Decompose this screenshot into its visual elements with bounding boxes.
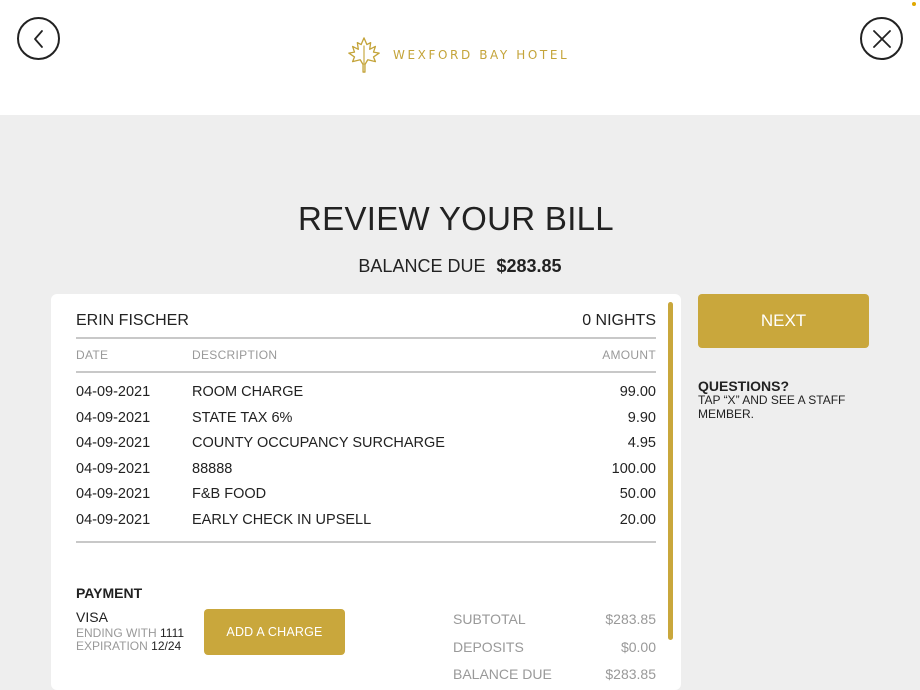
card-expiration-value: 12/24: [151, 639, 182, 653]
total-value: $0.00: [620, 639, 656, 655]
item-amount: 4.95: [627, 435, 656, 452]
bill-scrollbar[interactable]: [668, 302, 673, 640]
status-dot: [912, 2, 916, 6]
item-description: EARLY CHECK IN UPSELL: [192, 511, 372, 528]
item-description: ROOM CHARGE: [192, 384, 304, 400]
hotel-name: WEXFORD BAY HOTEL: [393, 48, 570, 62]
total-label: SUBTOTAL: [453, 611, 526, 627]
item-description: F&B FOOD: [192, 486, 267, 503]
card-ending: ENDING WITH 1111: [76, 626, 184, 640]
total-label: DEPOSITS: [453, 639, 524, 655]
bill-item-row: 04-09-2021 EARLY CHECK IN UPSELL 20.00: [76, 512, 656, 538]
bill-items: 04-09-2021 ROOM CHARGE 99.00 04-09-2021 …: [76, 384, 656, 538]
item-description: COUNTY OCCUPANCY SURCHARGE: [192, 435, 445, 452]
totals-row-subtotal: SUBTOTAL $283.85: [453, 611, 656, 627]
card-expiration: EXPIRATION 12/24: [76, 639, 181, 653]
totals-row-deposits: DEPOSITS $0.00: [453, 639, 656, 655]
chevron-left-icon: [33, 29, 43, 48]
item-date: 04-09-2021: [76, 409, 151, 426]
nights-count: 0 NIGHTS: [582, 312, 656, 329]
bill-item-row: 04-09-2021 COUNTY OCCUPANCY SURCHARGE 4.…: [76, 435, 656, 461]
divider: [76, 337, 656, 339]
item-description: 88888: [192, 460, 233, 477]
item-amount: 50.00: [619, 486, 656, 503]
divider: [76, 541, 656, 543]
bill-card: ERIN FISCHER 0 NIGHTS DATE DESCRIPTION A…: [51, 294, 681, 690]
card-ending-value: 1111: [160, 626, 185, 640]
total-value: $283.85: [605, 666, 656, 682]
column-header-amount: AMOUNT: [602, 348, 656, 362]
column-header-date: DATE: [76, 348, 109, 362]
payment-method: VISA: [76, 609, 108, 625]
questions-text: TAP “X” AND SEE A STAFF MEMBER.: [698, 393, 846, 421]
card-ending-label: ENDING WITH: [76, 626, 157, 640]
item-description: STATE TAX 6%: [192, 409, 293, 426]
card-expiration-label: EXPIRATION: [76, 639, 148, 653]
guest-row: ERIN FISCHER 0 NIGHTS: [76, 312, 656, 330]
divider: [76, 371, 656, 373]
totals-row-balance-due: BALANCE DUE $283.85: [453, 666, 656, 682]
close-icon: [872, 29, 891, 48]
add-charge-button[interactable]: ADD A CHARGE: [204, 609, 345, 655]
total-label: BALANCE DUE: [453, 666, 552, 682]
bill-item-row: 04-09-2021 STATE TAX 6% 9.90: [76, 410, 656, 436]
item-amount: 99.00: [619, 384, 656, 400]
item-date: 04-09-2021: [76, 460, 151, 477]
bill-item-row: 04-09-2021 F&B FOOD 50.00: [76, 486, 656, 512]
close-button[interactable]: [860, 17, 903, 60]
maple-leaf-icon: [348, 37, 380, 73]
balance-due-label: BALANCE DUE: [358, 256, 486, 276]
balance-due-value: $283.85: [496, 256, 562, 276]
balance-due-summary: BALANCE DUE $283.85: [0, 256, 920, 277]
item-date: 04-09-2021: [76, 486, 151, 503]
hotel-logo: WEXFORD BAY HOTEL: [345, 36, 569, 74]
item-amount: 100.00: [611, 460, 656, 477]
header: WEXFORD BAY HOTEL: [0, 0, 920, 115]
bill-item-row: 04-09-2021 ROOM CHARGE 99.00: [76, 384, 656, 410]
column-header-description: DESCRIPTION: [192, 348, 278, 362]
item-amount: 20.00: [619, 511, 656, 528]
guest-name: ERIN FISCHER: [76, 312, 189, 329]
back-button[interactable]: [17, 17, 60, 60]
questions-title: QUESTIONS?: [698, 378, 790, 394]
item-amount: 9.90: [627, 409, 656, 426]
total-value: $283.85: [605, 611, 656, 627]
item-date: 04-09-2021: [76, 511, 151, 528]
item-date: 04-09-2021: [76, 384, 151, 400]
item-date: 04-09-2021: [76, 435, 151, 452]
next-button[interactable]: NEXT: [698, 294, 869, 348]
bill-item-row: 04-09-2021 88888 100.00: [76, 461, 656, 487]
page-title: REVIEW YOUR BILL: [298, 200, 614, 237]
payment-title: PAYMENT: [76, 585, 143, 601]
